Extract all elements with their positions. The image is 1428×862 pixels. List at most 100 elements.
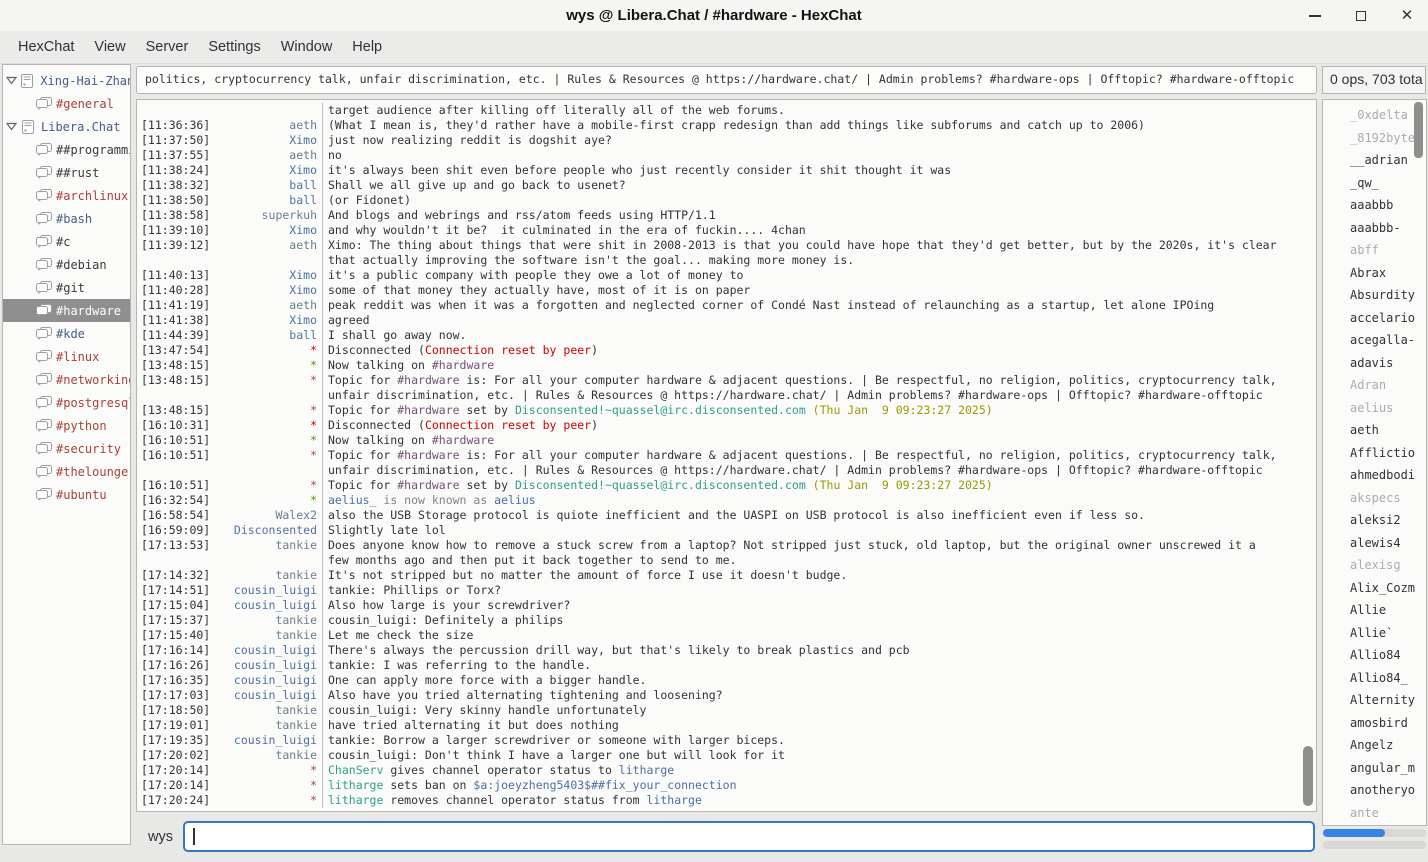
user-list-item[interactable]: anotheryo xyxy=(1323,779,1426,802)
user-list-item[interactable]: Angelz xyxy=(1323,734,1426,757)
message-nick: Disconsented xyxy=(213,523,317,538)
maximize-icon xyxy=(1356,11,1366,21)
message-text: Let me check the size xyxy=(322,628,1300,643)
user-list-item[interactable]: akspecs xyxy=(1323,487,1426,510)
message-text: tankie: Borrow a larger screwdriver or s… xyxy=(322,733,1300,748)
user-list-item[interactable]: adavis xyxy=(1323,352,1426,375)
sidebar-item-xing-hai-zhan[interactable]: Xing-Hai-Zhan xyxy=(3,69,130,92)
sidebar-item-kde[interactable]: #kde xyxy=(3,322,130,345)
message-text: Topic for #hardware is: For all your com… xyxy=(322,448,1300,478)
user-list-item[interactable]: angular_m xyxy=(1323,757,1426,780)
sidebar-item-libera-chat[interactable]: Libera.Chat xyxy=(3,115,130,138)
message-timestamp: [16:10:51] xyxy=(137,478,213,493)
sidebar-item-label: #ubuntu xyxy=(56,488,107,502)
chat-message: [16:10:51]*Topic for #hardware is: For a… xyxy=(137,448,1316,478)
message-timestamp: [11:37:55] xyxy=(137,148,213,163)
sidebar-item-debian[interactable]: #debian xyxy=(3,253,130,276)
message-timestamp: [17:17:03] xyxy=(137,688,213,703)
user-list-item[interactable]: aaabbb- xyxy=(1323,217,1426,240)
user-list-item[interactable]: _8192byte xyxy=(1323,127,1426,150)
user-list-item[interactable]: Absurdity xyxy=(1323,284,1426,307)
menu-view[interactable]: View xyxy=(84,31,135,63)
sidebar-item-general[interactable]: #general xyxy=(3,92,130,115)
userlist-scrollbar-thumb[interactable] xyxy=(1414,102,1423,158)
chat-log[interactable]: target audience after killing off litera… xyxy=(136,99,1317,812)
user-list-item[interactable]: Afflictio xyxy=(1323,442,1426,465)
chat-message: [11:39:10]Ximoand why wouldn't it be? it… xyxy=(137,223,1316,238)
sidebar-item-linux[interactable]: #linux xyxy=(3,345,130,368)
user-list-item[interactable]: Alix_Cozm xyxy=(1323,577,1426,600)
server-icon xyxy=(21,120,41,134)
sidebar-item-thelounge[interactable]: #thelounge xyxy=(3,460,130,483)
user-list-item[interactable]: __adrian xyxy=(1323,149,1426,172)
chat-message: [11:37:55]aethno xyxy=(137,148,1316,163)
message-timestamp: [16:10:51] xyxy=(137,448,213,478)
message-nick: * xyxy=(213,358,317,373)
topic-input[interactable]: politics, cryptocurrency talk, unfair di… xyxy=(136,66,1317,94)
user-list-item[interactable]: Allie xyxy=(1323,599,1426,622)
chat-scrollbar[interactable] xyxy=(1303,101,1313,810)
user-list-item[interactable]: aleksi2 xyxy=(1323,509,1426,532)
sidebar-item-python[interactable]: #python xyxy=(3,414,130,437)
user-list-item[interactable]: accelario xyxy=(1323,307,1426,330)
channel-icon xyxy=(36,212,56,226)
user-list-item[interactable]: _qw_ xyxy=(1323,172,1426,195)
nick-label: wys xyxy=(148,822,173,852)
message-timestamp: [11:38:58] xyxy=(137,208,213,223)
user-list-item[interactable]: aelius xyxy=(1323,397,1426,420)
menu-hexchat[interactable]: HexChat xyxy=(8,31,84,63)
user-list-item[interactable]: acegalla- xyxy=(1323,329,1426,352)
user-list-item[interactable]: alewis4 xyxy=(1323,532,1426,555)
menu-settings[interactable]: Settings xyxy=(198,31,270,63)
chat-message: [17:20:14]*litharge sets ban on $a:joeyz… xyxy=(137,778,1316,793)
user-list-item[interactable]: Alternity xyxy=(1323,689,1426,712)
expander-icon[interactable] xyxy=(6,122,21,131)
sidebar-item-networking[interactable]: #networking xyxy=(3,368,130,391)
menu-server[interactable]: Server xyxy=(136,31,199,63)
maximize-button[interactable] xyxy=(1354,9,1368,23)
message-text: cousin_luigi: Very skinny handle unfortu… xyxy=(322,703,1300,718)
message-input[interactable] xyxy=(183,821,1315,852)
message-nick: aeth xyxy=(213,238,317,268)
user-list-item[interactable]: Abrax xyxy=(1323,262,1426,285)
user-list-item[interactable]: _0xdelta xyxy=(1323,104,1426,127)
sidebar-item-label: #c xyxy=(56,235,70,249)
close-button[interactable]: ✕ xyxy=(1400,9,1414,23)
sidebar-item-c[interactable]: #c xyxy=(3,230,130,253)
menu-window[interactable]: Window xyxy=(271,31,343,63)
user-list-item[interactable]: Allio84_ xyxy=(1323,667,1426,690)
sidebar-item-bash[interactable]: #bash xyxy=(3,207,130,230)
user-list-item[interactable]: Adran xyxy=(1323,374,1426,397)
message-text: tankie: Phillips or Torx? xyxy=(322,583,1300,598)
user-list-item[interactable]: ante xyxy=(1323,802,1426,825)
minimize-button[interactable] xyxy=(1308,9,1322,23)
menu-help[interactable]: Help xyxy=(342,31,392,63)
sidebar-item-postgresql[interactable]: #postgresql xyxy=(3,391,130,414)
chat-message: [17:20:14]*ChanServ gives channel operat… xyxy=(137,763,1316,778)
chat-message: [17:20:02]tankiecousin_luigi: Don't thin… xyxy=(137,748,1316,763)
sidebar-item-ubuntu[interactable]: #ubuntu xyxy=(3,483,130,506)
sidebar-item-rust[interactable]: ##rust xyxy=(3,161,130,184)
user-list-item[interactable]: aaabbb xyxy=(1323,194,1426,217)
user-list-item[interactable]: alexisg xyxy=(1323,554,1426,577)
user-list-item[interactable]: Allio84 xyxy=(1323,644,1426,667)
message-timestamp: [11:40:28] xyxy=(137,283,213,298)
sidebar-item-archlinux[interactable]: #archlinux xyxy=(3,184,130,207)
chat-message: [11:38:58]superkuhAnd blogs and webrings… xyxy=(137,208,1316,223)
sidebar-item-hardware[interactable]: #hardware xyxy=(3,299,130,322)
userlist-hscrollbar[interactable] xyxy=(1323,829,1426,837)
userlist-hscrollbar-thumb[interactable] xyxy=(1323,829,1385,837)
sidebar-item-programming[interactable]: ##programming xyxy=(3,138,130,161)
expander-icon[interactable] xyxy=(6,76,20,85)
channel-icon xyxy=(36,97,56,111)
user-list-item[interactable]: abff xyxy=(1323,239,1426,262)
sidebar-item-security[interactable]: #security xyxy=(3,437,130,460)
sidebar-item-git[interactable]: #git xyxy=(3,276,130,299)
message-text: tankie: I was referring to the handle. xyxy=(322,658,1300,673)
message-timestamp: [17:14:51] xyxy=(137,583,213,598)
user-list-item[interactable]: aeth xyxy=(1323,419,1426,442)
user-list-item[interactable]: Allie` xyxy=(1323,622,1426,645)
user-list-item[interactable]: amosbird xyxy=(1323,712,1426,735)
chat-scrollbar-thumb[interactable] xyxy=(1303,746,1313,806)
user-list-item[interactable]: ahmedbodi xyxy=(1323,464,1426,487)
